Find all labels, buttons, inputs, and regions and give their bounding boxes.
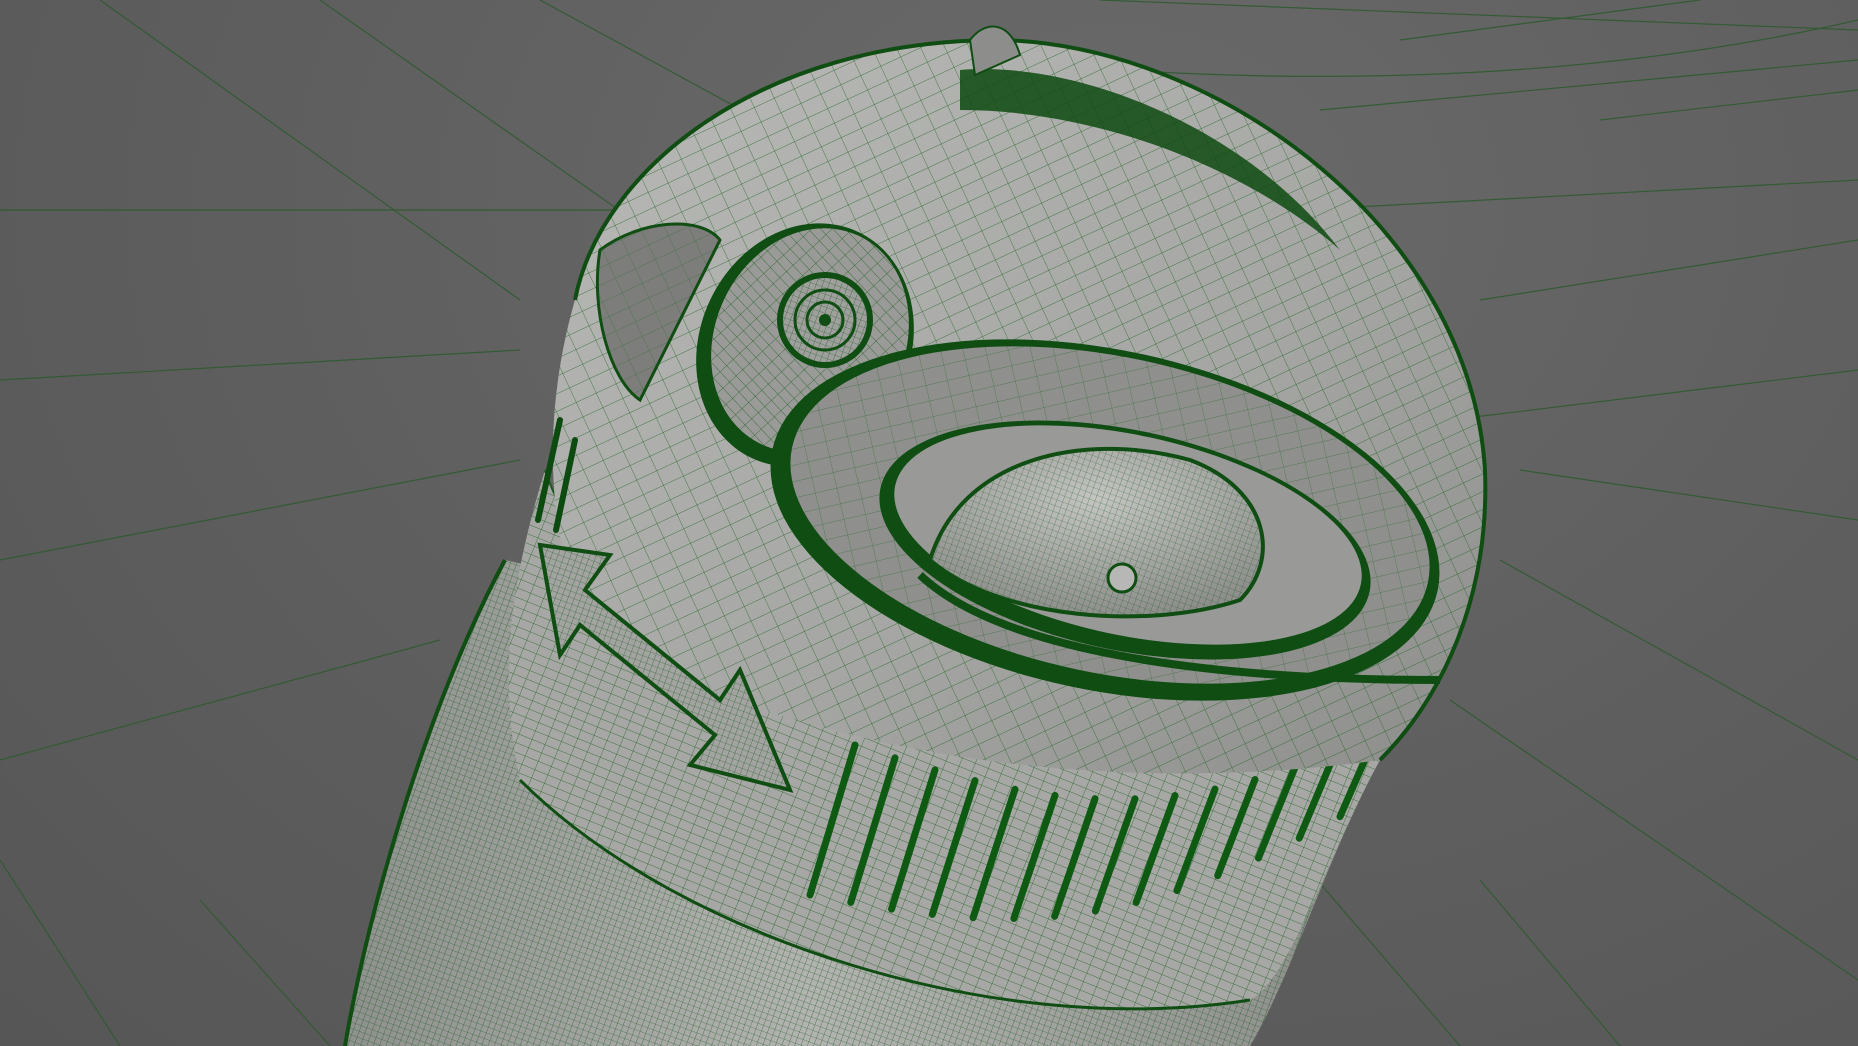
grid-line xyxy=(1449,369,1858,421)
3d-viewport[interactable] xyxy=(0,0,1858,1046)
grid-line xyxy=(199,899,331,1046)
grid-line xyxy=(1599,89,1858,121)
scene-canvas xyxy=(0,0,1858,1046)
grid-line xyxy=(0,859,121,1046)
grid-line xyxy=(1299,179,1858,211)
grid-line xyxy=(1319,59,1858,111)
grid-line xyxy=(1299,859,1461,1046)
grid-line xyxy=(0,639,441,761)
grid-line xyxy=(1399,0,1701,41)
grid-line xyxy=(1479,879,1621,1046)
grid-line xyxy=(539,0,761,121)
grid-line xyxy=(0,459,521,561)
grid-line xyxy=(1449,699,1858,981)
lens-icon xyxy=(777,272,873,368)
grid-line xyxy=(1499,559,1858,761)
grid-line xyxy=(99,0,521,301)
grid-line xyxy=(1519,469,1858,521)
indicator-dot-icon xyxy=(1106,562,1138,594)
grid-line xyxy=(1099,0,1858,31)
grid-line xyxy=(1479,239,1858,301)
grid-line xyxy=(0,349,521,381)
